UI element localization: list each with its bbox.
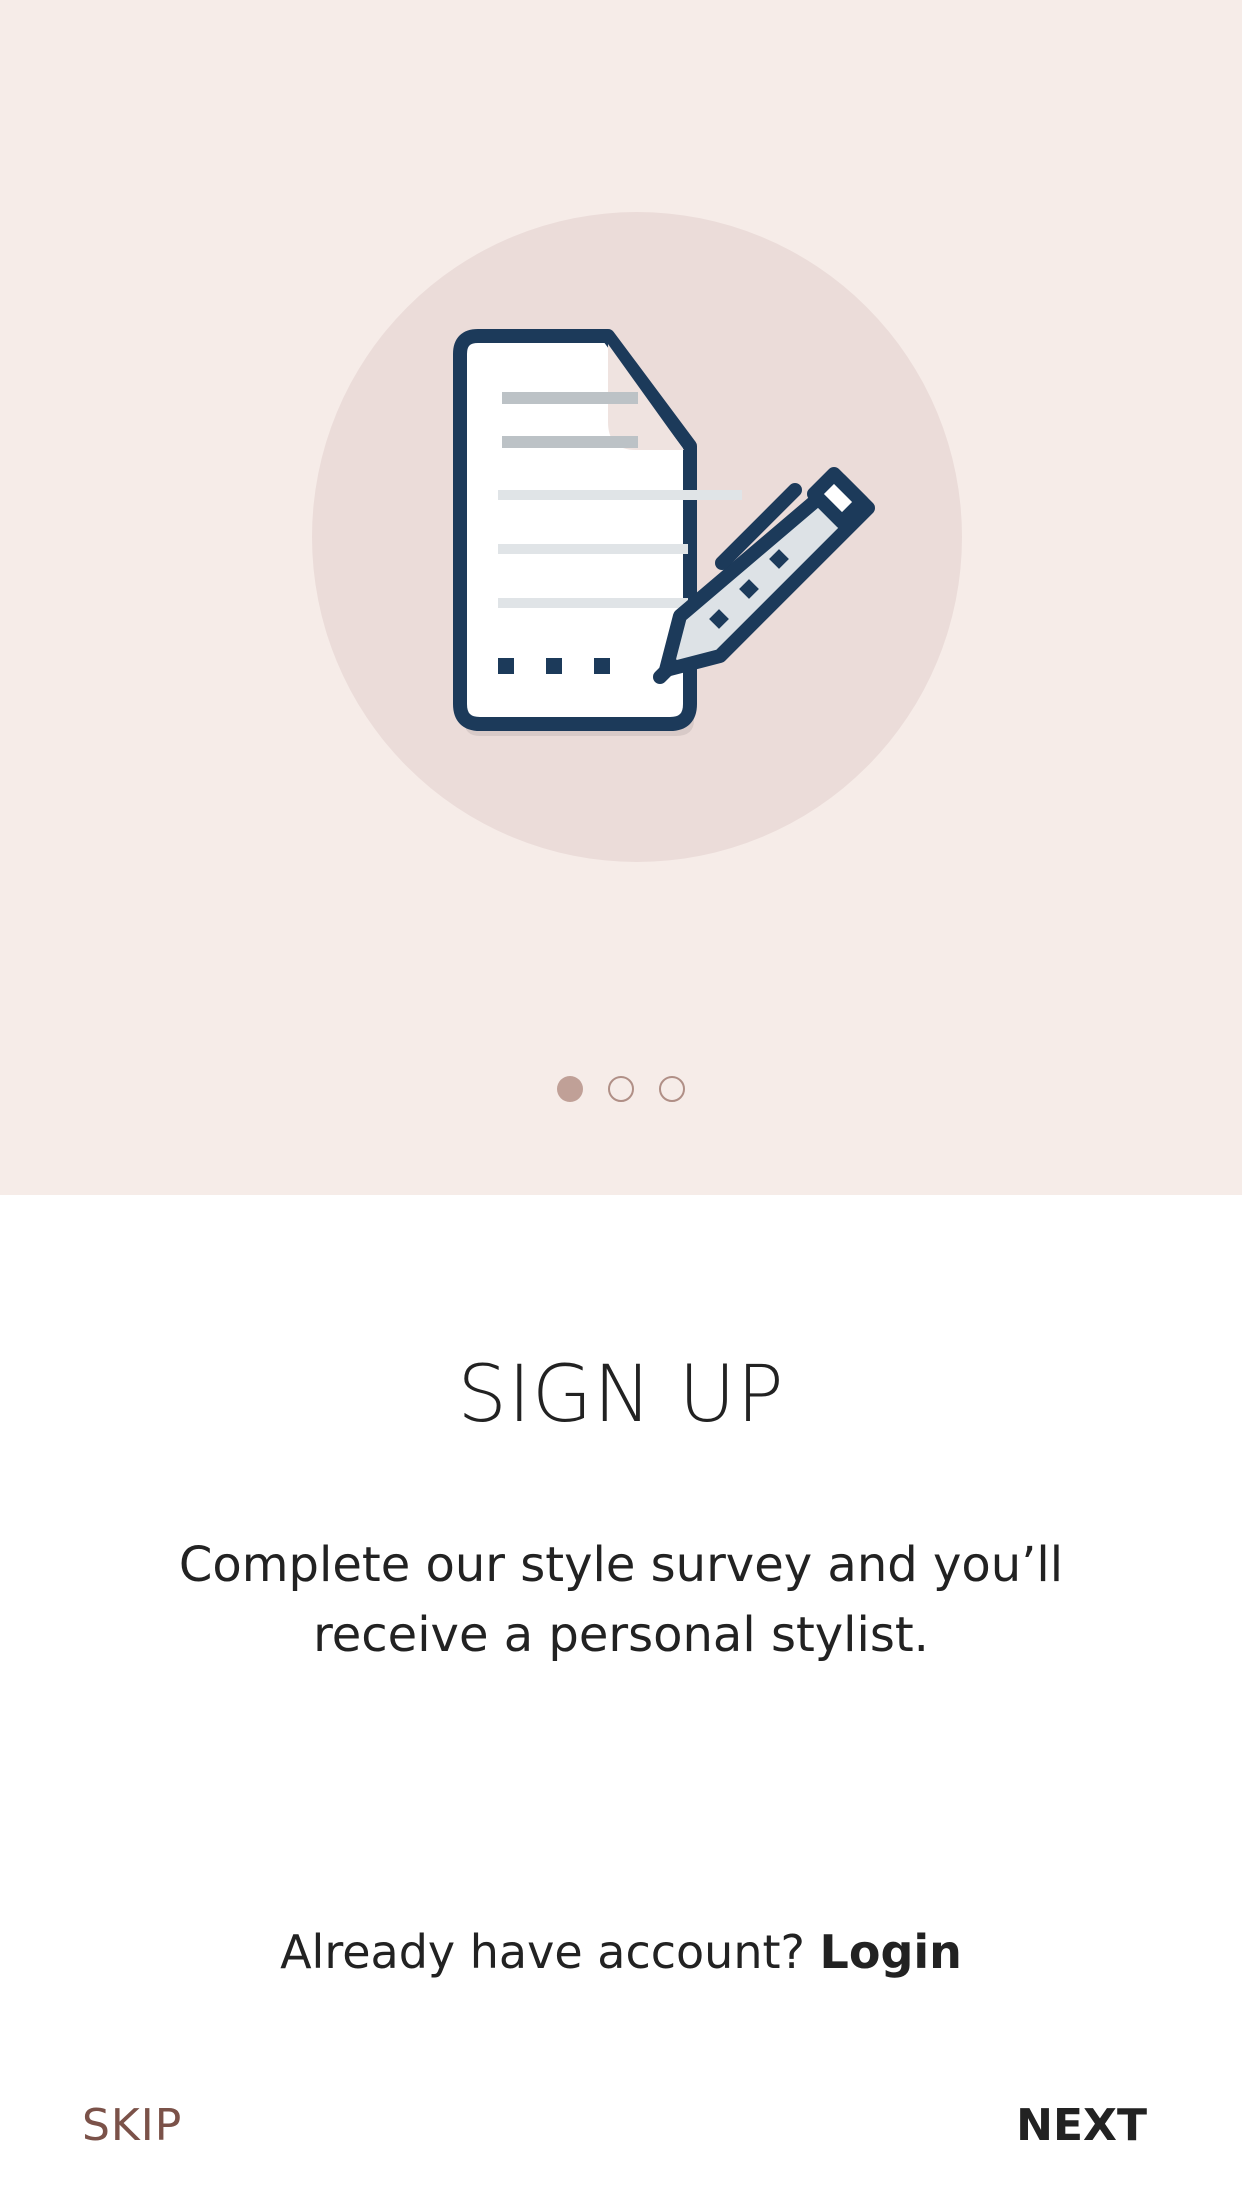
skip-button[interactable]: SKIP (82, 2100, 182, 2151)
page-indicator-dot[interactable] (608, 1076, 634, 1102)
page-indicator-dot[interactable] (659, 1076, 685, 1102)
login-link[interactable]: Login (820, 1925, 962, 1979)
document-with-pen-icon (453, 329, 875, 736)
page-indicator-dot-active[interactable] (557, 1076, 583, 1102)
next-button[interactable]: NEXT (1016, 2100, 1147, 2151)
page-indicator (0, 1076, 1242, 1102)
login-prompt-text: Already have account? (280, 1925, 820, 1979)
onboarding-description: Complete our style survey and you’ll rec… (178, 1537, 1064, 1663)
page-title: SIGN UP (457, 1350, 785, 1440)
hero-section (0, 0, 1242, 1195)
login-prompt-row: Already have account? Login (0, 1925, 1242, 1979)
